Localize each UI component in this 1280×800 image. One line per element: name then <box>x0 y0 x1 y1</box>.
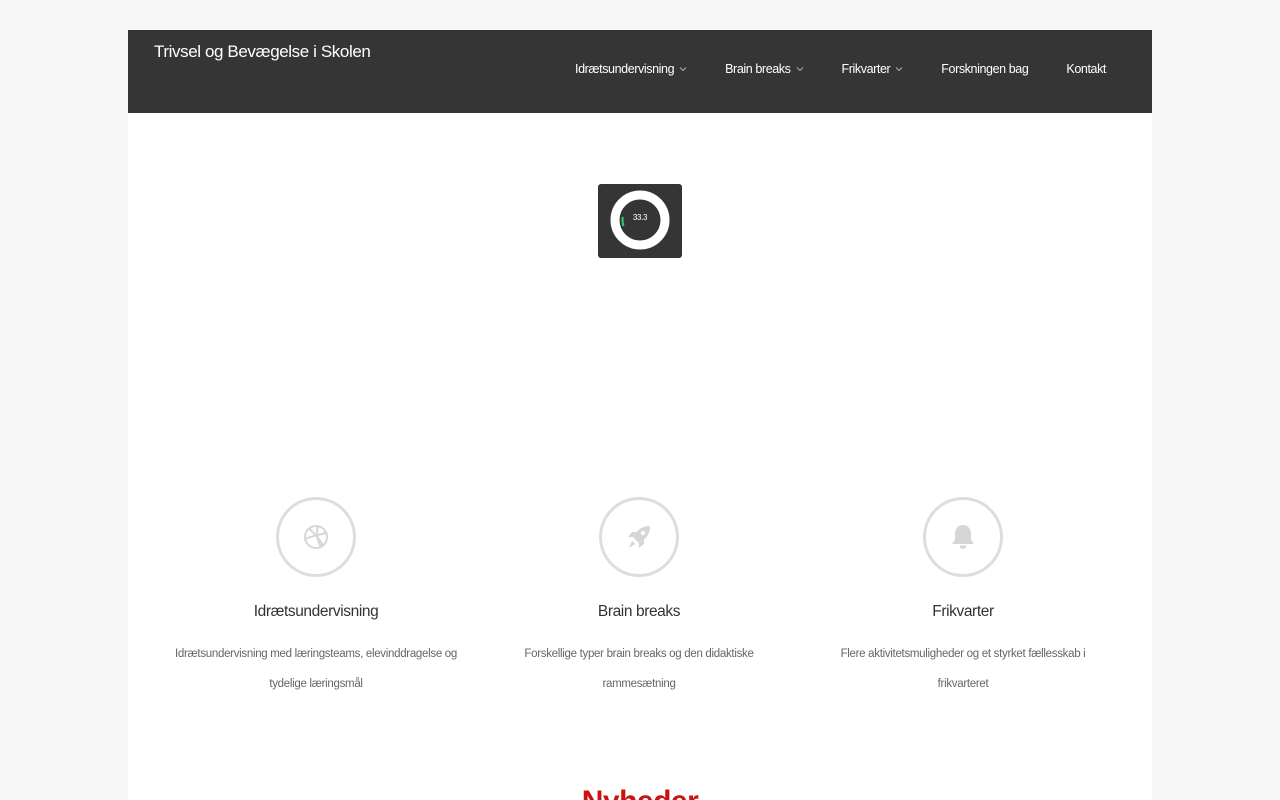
chevron-down-icon <box>895 67 903 72</box>
feature-frikvarter: Frikvarter Flere aktivitetsmuligheder og… <box>803 497 1123 699</box>
feature-idraetsundervisning: Idrætsundervisning Idrætsundervisning me… <box>156 497 476 699</box>
feature-title: Idrætsundervisning <box>253 603 379 620</box>
nav-item-label: Frikvarter <box>841 62 891 76</box>
site-title-link[interactable]: Trivsel og Bevægelse i Skolen <box>154 42 371 62</box>
basketball-icon <box>304 525 328 549</box>
nav-item-frikvarter[interactable]: Frikvarter <box>842 62 904 76</box>
feature-icon-circle[interactable] <box>923 497 1003 577</box>
nav-item-brain-breaks[interactable]: Brain breaks <box>725 62 803 76</box>
rocket-icon <box>628 526 650 548</box>
nav-item-kontakt[interactable]: Kontakt <box>1066 62 1106 76</box>
feature-brain-breaks: Brain breaks Forskellige typer brain bre… <box>479 497 799 699</box>
page-loader: 33.3 <box>598 184 682 258</box>
feature-description: Flere aktivitetsmuligheder og et styrket… <box>840 648 1086 690</box>
chevron-down-icon <box>796 67 803 72</box>
news-section-heading: Nyheder <box>128 785 1152 800</box>
main-nav: Idrætsundervisning Brain breaks Frikvart… <box>575 62 1106 76</box>
nav-item-idraetsundervisning[interactable]: Idrætsundervisning <box>575 62 687 76</box>
nav-item-label: Idrætsundervisning <box>575 62 675 76</box>
feature-title: Frikvarter <box>932 603 994 620</box>
page-container: Trivsel og Bevægelse i Skolen Idrætsunde… <box>128 30 1152 800</box>
nav-item-label: Kontakt <box>1066 62 1106 76</box>
feature-icon-circle[interactable] <box>599 497 679 577</box>
feature-title: Brain breaks <box>597 603 681 620</box>
feature-description: Idrætsundervisning med læringsteams, ele… <box>174 648 458 690</box>
site-header: Trivsel og Bevægelse i Skolen Idrætsunde… <box>128 30 1152 113</box>
feature-description: Forskellige typer brain breaks og den di… <box>524 648 754 690</box>
nav-item-label: Brain breaks <box>725 62 791 76</box>
loader-value: 33.3 <box>632 213 648 222</box>
bell-icon <box>952 525 974 549</box>
chevron-down-icon <box>679 67 687 72</box>
nav-item-label: Forskningen bag <box>941 62 1029 76</box>
nav-item-forskningen-bag[interactable]: Forskningen bag <box>941 62 1029 76</box>
feature-icon-circle[interactable] <box>276 497 356 577</box>
